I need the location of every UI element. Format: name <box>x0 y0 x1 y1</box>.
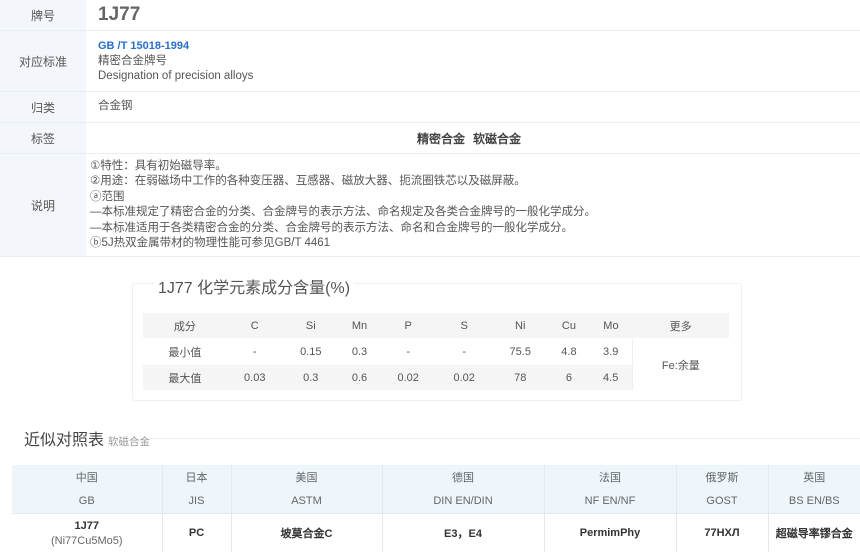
description-label: 说明 <box>0 154 86 256</box>
chemical-composition-panel: 成分 C Si Mn P S Ni Cu Mo 更多 最小值 - 0.15 0.… <box>132 283 742 401</box>
desc-line: —本标准适用于各类精密合金的分类、合金牌号的表示方法、命名和合金牌号的一般化学成… <box>90 221 573 234</box>
standard-name-en: Designation of precision alloys <box>98 70 254 82</box>
grade-row: 牌号 1J77 <box>0 0 860 31</box>
row-label: 最小值 <box>143 338 227 365</box>
table-cell: 0.15 <box>282 338 339 365</box>
table-row: 成分 C Si Mn P S Ni Cu Mo 更多 <box>143 313 729 339</box>
country-cell: 法国 <box>544 465 677 489</box>
desc-line: ⓑ5J热双金属带材的物理性能可参见GB/T 4461 <box>90 237 331 249</box>
header-cell: C <box>226 313 283 339</box>
header-cell: Si <box>282 313 339 339</box>
table-cell: 0.02 <box>436 364 493 391</box>
standard-row: 对应标准 GB /T 15018-1994 精密合金牌号 Designation… <box>0 31 860 92</box>
standard-cell: NF EN/NF <box>544 489 677 514</box>
standard-label: 对应标准 <box>0 31 86 91</box>
category-row: 归类 合金钢 <box>0 92 860 123</box>
header-cell: S <box>436 313 493 339</box>
grade-name: 1J77 <box>74 519 99 532</box>
country-cell: 日本 <box>162 465 232 489</box>
table-cell: 4.5 <box>589 364 633 391</box>
divider <box>150 438 860 439</box>
desc-line: ⓐ范围 <box>90 190 125 203</box>
grade-cell[interactable]: 77НХЛ <box>676 513 769 552</box>
comparison-title: 近似对照表 软磁合金 <box>24 426 150 450</box>
table-cell: 0.03 <box>226 364 283 391</box>
category-label: 归类 <box>0 92 86 122</box>
category-value: 合金钢 <box>98 100 133 113</box>
standard-name-cn: 精密合金牌号 <box>98 54 167 67</box>
tag-soft-magnetic-alloy[interactable]: 软磁合金 <box>473 130 521 147</box>
grade-cell[interactable]: PermimPhy <box>544 513 677 552</box>
standard-cell: GOST <box>676 489 769 514</box>
table-cell: 75.5 <box>492 338 549 365</box>
table-cell: 6 <box>548 364 590 391</box>
table-cell: 78 <box>492 364 549 391</box>
table-cell: 4.8 <box>548 338 590 365</box>
tags-label: 标签 <box>0 123 86 153</box>
table-row: 中国 日本 美国 德国 法国 俄罗斯 英国 <box>12 465 860 489</box>
header-cell: Mn <box>338 313 381 339</box>
header-cell: Cu <box>548 313 590 339</box>
chemical-composition-title: 1J77 化学元素成分含量(%) <box>154 274 355 298</box>
comparison-subtitle: 软磁合金 <box>108 436 151 448</box>
grade-label: 牌号 <box>0 0 86 30</box>
table-cell: 0.3 <box>338 338 381 365</box>
grade-value: 1J77 <box>98 4 141 25</box>
more-header[interactable]: 更多 <box>632 313 729 339</box>
country-cell: 美国 <box>231 465 383 489</box>
table-cell: - <box>226 338 283 365</box>
desc-line: ①特性：具有初始磁导率。 <box>90 159 227 172</box>
header-cell: 成分 <box>143 313 227 339</box>
row-label: 最大值 <box>143 364 227 391</box>
comparison-table: 中国 日本 美国 德国 法国 俄罗斯 英国 GB JIS ASTM DIN EN… <box>12 465 860 552</box>
chemical-composition-table: 成分 C Si Mn P S Ni Cu Mo 更多 最小值 - 0.15 0.… <box>143 313 729 391</box>
table-row: 最小值 - 0.15 0.3 - - 75.5 4.8 3.9 Fe:余量 <box>143 338 729 391</box>
tags-row: 标签 精密合金 软磁合金 <box>0 123 860 154</box>
grade-note: (Ni77Cu5Mo5) <box>50 534 123 547</box>
tag-precision-alloy[interactable]: 精密合金 <box>417 130 465 147</box>
table-cell: 0.6 <box>338 364 381 391</box>
country-cell: 德国 <box>382 465 545 489</box>
header-cell: P <box>380 313 437 339</box>
table-row: 1J77 (Ni77Cu5Mo5) PC 坡莫合金C E3，E4 PermimPh… <box>12 513 860 552</box>
country-cell: 俄罗斯 <box>676 465 769 489</box>
table-row: GB JIS ASTM DIN EN/DIN NF EN/NF GOST BS … <box>12 489 860 514</box>
grade-cell[interactable]: 1J77 (Ni77Cu5Mo5) <box>12 513 163 552</box>
standard-code-link[interactable]: GB /T 15018-1994 <box>98 38 848 54</box>
comparison-title-text: 近似对照表 <box>24 432 105 449</box>
grade-cell[interactable]: 超磁导率镠合金 <box>768 513 860 552</box>
header-cell: Mo <box>589 313 633 339</box>
table-cell: - <box>436 338 493 365</box>
more-value: Fe:余量 <box>631 338 729 391</box>
grade-cell[interactable]: E3，E4 <box>382 513 545 552</box>
grade-cell[interactable]: 坡莫合金C <box>231 513 383 552</box>
standard-cell: BS EN/BS <box>768 489 860 514</box>
table-cell: 0.02 <box>380 364 437 391</box>
standard-cell: DIN EN/DIN <box>382 489 545 514</box>
standard-cell: GB <box>12 489 163 514</box>
header-cell: Ni <box>492 313 549 339</box>
standard-cell: ASTM <box>231 489 383 514</box>
country-cell: 中国 <box>12 465 163 489</box>
desc-line: ②用途：在弱磁场中工作的各种变压器、互感器、磁放大器、扼流圈铁芯以及磁屏蔽。 <box>90 175 526 187</box>
standard-cell: JIS <box>162 489 232 514</box>
country-cell: 英国 <box>768 465 860 489</box>
table-cell: - <box>380 338 437 365</box>
table-cell: 0.3 <box>282 364 339 391</box>
info-table: 牌号 1J77 对应标准 GB /T 15018-1994 精密合金牌号 Des… <box>0 0 860 257</box>
grade-cell[interactable]: PC <box>162 513 232 552</box>
table-cell: 3.9 <box>589 338 633 365</box>
description-row: 说明 ①特性：具有初始磁导率。 ②用途：在弱磁场中工作的各种变压器、互感器、磁放… <box>0 154 860 257</box>
desc-line: —本标准规定了精密合金的分类、合金牌号的表示方法、命名规定及各类合金牌号的一般化… <box>90 206 596 218</box>
